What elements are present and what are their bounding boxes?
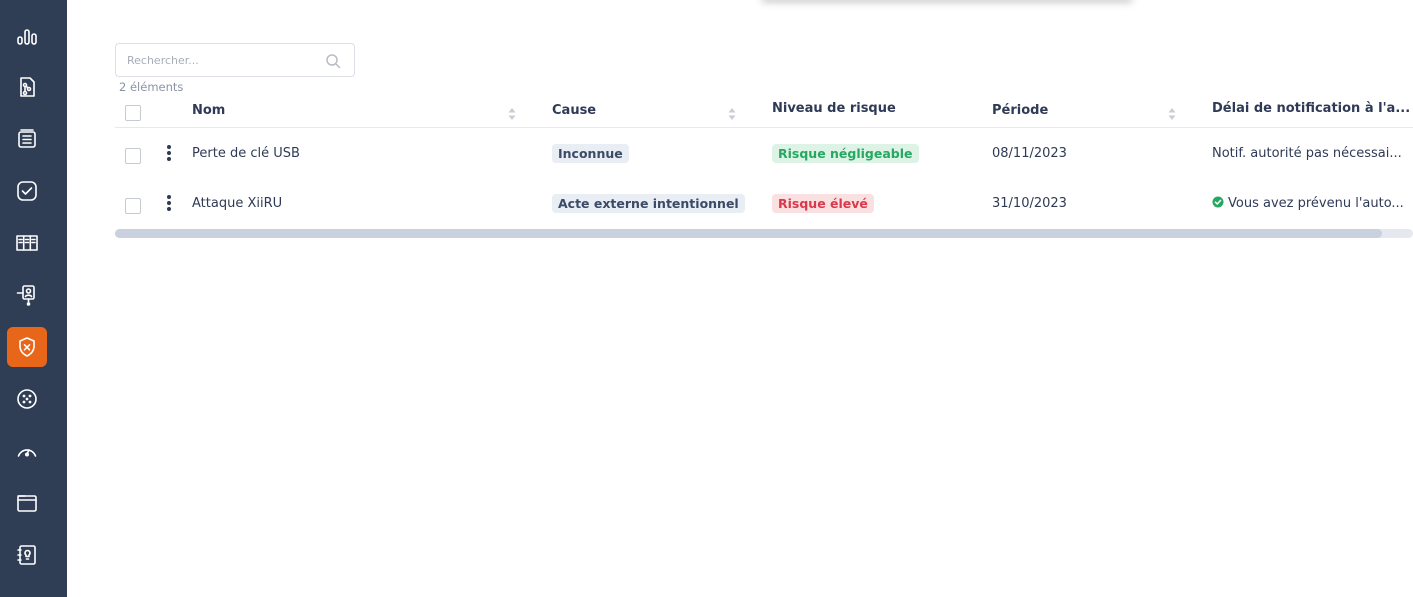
notebook-bulb-icon [17,545,36,565]
person-network-icon [16,285,35,306]
cell-notification: Vous avez prévenu l'auto... [1212,196,1404,211]
cell-name[interactable]: Perte de clé USB [192,146,300,161]
cell-period: 31/10/2023 [992,196,1067,211]
column-header-notification[interactable]: Délai de notification à l'a... [1212,101,1410,116]
row-checkbox[interactable] [125,148,141,164]
nav-item-analysis[interactable] [7,379,47,419]
cell-notification: Notif. autorité pas nécessai... [1212,146,1402,161]
table-row[interactable]: Perte de clé USB Inconnue Risque néglige… [115,129,1413,179]
bar-chart-icon [17,29,37,45]
shield-x-icon [19,337,35,357]
cause-tag: Inconnue [552,144,629,163]
column-header-risk[interactable]: Niveau de risque [772,101,896,116]
horizontal-scrollbar[interactable] [115,229,1413,238]
check-square-icon [17,181,37,201]
columns-icon [16,235,38,251]
row-checkbox[interactable] [125,198,141,214]
column-header-period[interactable]: Période [992,103,1048,118]
search-input[interactable] [116,44,316,76]
column-header-cause[interactable]: Cause [552,103,596,118]
item-count: 2 éléments [119,80,184,94]
row-actions-menu[interactable] [165,145,173,165]
search-box [115,43,355,77]
sidebar [0,0,67,597]
gauge-icon [17,449,37,457]
stack-list-icon [18,129,36,148]
column-header-name[interactable]: Nom [192,103,225,118]
search-icon[interactable] [325,53,341,69]
nav-item-resources[interactable] [7,535,47,575]
cell-period: 08/11/2023 [992,146,1067,161]
cause-tag: Acte externe intentionnel [552,194,745,213]
nav-item-board[interactable] [7,223,47,263]
nav-item-subprocessors[interactable] [7,275,47,315]
risk-badge: Risque élevé [772,194,874,213]
nav-item-compliance[interactable] [7,171,47,211]
nav-item-processes[interactable] [7,67,47,107]
sort-icon-cause[interactable] [728,105,736,120]
notification-text: Vous avez prévenu l'auto... [1228,196,1404,211]
scrollbar-thumb[interactable] [115,229,1382,238]
nav-item-dashboard[interactable] [7,16,47,56]
nav-item-registry[interactable] [7,119,47,159]
risk-badge: Risque négligeable [772,144,919,163]
document-flow-icon [20,77,35,97]
nav-item-incidents[interactable] [7,327,47,367]
row-actions-menu[interactable] [165,195,173,215]
select-all-checkbox[interactable] [125,105,141,121]
nav-item-documents[interactable] [7,483,47,523]
check-circle-icon [1212,196,1224,208]
cell-name[interactable]: Attaque XiiRU [192,196,282,211]
table-header: Nom Cause Niveau de risque Période Délai… [115,96,1413,128]
dotted-circle-icon [17,389,37,409]
folder-icon [17,495,37,512]
table-row[interactable]: Attaque XiiRU Acte externe intentionnel … [115,179,1413,229]
sort-icon-name[interactable] [508,105,516,120]
sort-icon-period[interactable] [1168,105,1176,120]
nav-item-performance[interactable] [7,431,47,471]
